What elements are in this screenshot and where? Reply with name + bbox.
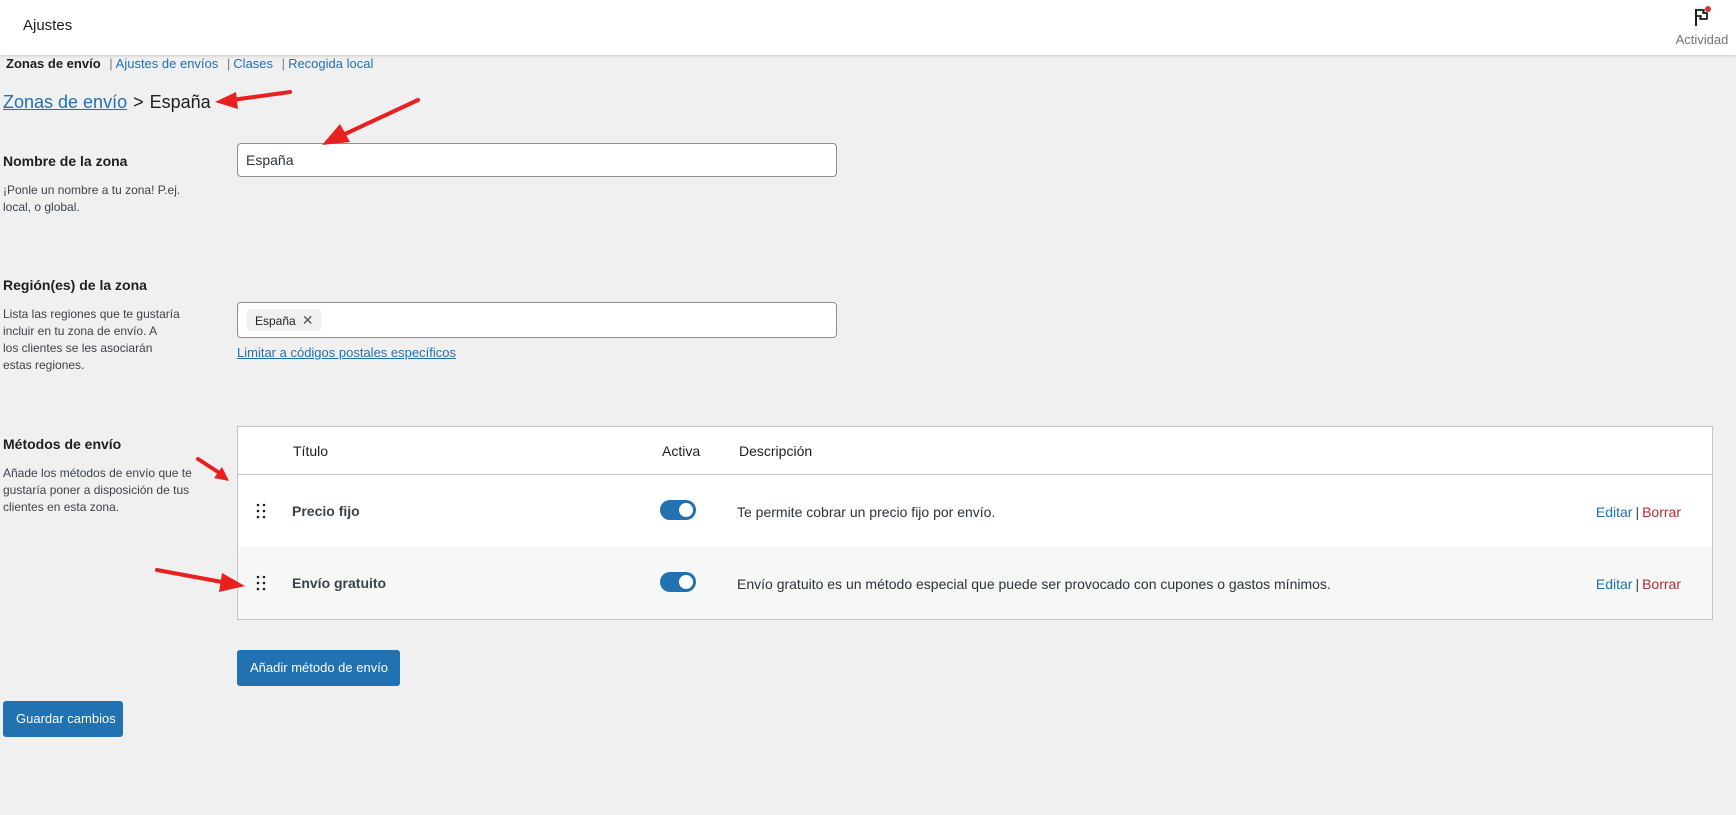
method-title: Precio fijo: [292, 503, 360, 519]
toggle-knob: [679, 575, 693, 589]
description-line: los clientes se les asociarán: [3, 341, 153, 355]
actions-separator: |: [1635, 504, 1640, 520]
close-icon[interactable]: ✕: [302, 312, 314, 328]
column-header-title: Título: [293, 443, 329, 459]
zone-name-input[interactable]: España: [237, 143, 837, 177]
description-line: Añade los métodos de envío que te: [3, 466, 192, 480]
drag-handle-icon[interactable]: [256, 503, 266, 519]
shipping-methods-table: Título Activa Descripción Precio fijo Te…: [237, 426, 1713, 620]
breadcrumb: Zonas de envío > España: [3, 92, 211, 113]
annotation-arrow-zone-name: [322, 98, 420, 145]
subnav-item-local-pickup[interactable]: Recogida local: [288, 56, 373, 71]
table-row: Precio fijo Te permite cobrar un precio …: [238, 475, 1712, 547]
activity-label: Actividad: [1675, 32, 1729, 47]
method-enabled-toggle[interactable]: [660, 572, 696, 592]
subnav-item-shipping-settings[interactable]: Ajustes de envíos: [116, 56, 219, 71]
shipping-methods-label-block: Métodos de envío Añade los métodos de en…: [3, 436, 192, 516]
notification-dot: [1705, 6, 1711, 12]
edit-method-link[interactable]: Editar: [1596, 504, 1633, 520]
breadcrumb-separator: >: [133, 92, 144, 112]
flag-icon: [1695, 6, 1711, 26]
row-actions: Editar | Borrar: [1596, 576, 1681, 592]
save-changes-button[interactable]: Guardar cambios: [3, 701, 123, 737]
zone-name-label: Nombre de la zona: [3, 153, 128, 169]
method-description: Envío gratuito es un método especial que…: [737, 576, 1331, 592]
limit-postcodes-link[interactable]: Limitar a códigos postales específicos: [237, 345, 456, 360]
description-line: clientes en esta zona.: [3, 500, 120, 514]
activity-button[interactable]: Actividad: [1672, 6, 1732, 47]
shipping-methods-label: Métodos de envío: [3, 436, 122, 452]
subnav-separator: |: [226, 56, 231, 71]
breadcrumb-parent-link[interactable]: Zonas de envío: [3, 92, 127, 112]
delete-method-link[interactable]: Borrar: [1642, 504, 1681, 520]
annotation-arrow-table-header: [196, 457, 229, 481]
table-row: Envío gratuito Envío gratuito es un méto…: [238, 547, 1712, 619]
method-enabled-toggle[interactable]: [660, 500, 696, 520]
delete-method-link[interactable]: Borrar: [1642, 576, 1681, 592]
zone-name-label-block: Nombre de la zona ¡Ponle un nombre a tu …: [3, 153, 180, 216]
subnav-item-shipping-zones[interactable]: Zonas de envío: [6, 56, 101, 71]
shipping-subnav: Zonas de envío | Ajustes de envíos | Clase…: [6, 56, 373, 71]
annotation-arrow-free-shipping: [155, 568, 245, 592]
zone-regions-label-block: Región(es) de la zona Lista las regiones…: [3, 277, 180, 374]
drag-handle-icon[interactable]: [256, 575, 266, 591]
actions-separator: |: [1635, 576, 1640, 592]
description-line: ¡Ponle un nombre a tu zona! P.ej.: [3, 183, 181, 197]
column-header-description: Descripción: [739, 443, 813, 459]
region-chip-label: España: [255, 314, 296, 328]
table-header: Título Activa Descripción: [238, 427, 1712, 475]
zone-regions-select[interactable]: España ✕: [237, 302, 837, 338]
description-line: Lista las regiones que te gustaría: [3, 307, 180, 321]
region-chip: España ✕: [247, 309, 322, 331]
zone-name-description: ¡Ponle un nombre a tu zona! P.ej. local,…: [3, 182, 180, 216]
page-title: Ajustes: [23, 17, 73, 34]
edit-method-link[interactable]: Editar: [1596, 576, 1633, 592]
description-line: gustaría poner a disposición de tus: [3, 483, 190, 497]
description-line: estas regiones.: [3, 358, 85, 372]
subnav-item-classes[interactable]: Clases: [233, 56, 273, 71]
method-title: Envío gratuito: [292, 575, 387, 591]
annotation-arrow-breadcrumb: [215, 90, 292, 109]
subnav-separator: |: [109, 56, 113, 71]
zone-regions-description: Lista las regiones que te gustaría inclu…: [3, 306, 180, 374]
shipping-methods-description: Añade los métodos de envío que te gustar…: [3, 465, 192, 516]
breadcrumb-current: España: [149, 92, 211, 112]
add-shipping-method-button[interactable]: Añadir método de envío: [237, 650, 400, 686]
description-line: local, o global.: [3, 200, 80, 214]
row-actions: Editar | Borrar: [1596, 504, 1681, 520]
zone-regions-label: Región(es) de la zona: [3, 277, 147, 293]
toggle-knob: [679, 503, 693, 517]
description-line: incluir en tu zona de envío. A: [3, 324, 158, 338]
annotation-arrows: [155, 90, 420, 592]
method-description: Te permite cobrar un precio fijo por env…: [737, 504, 996, 520]
subnav-separator: |: [281, 56, 286, 71]
column-header-enabled: Activa: [662, 443, 701, 459]
top-bar: Ajustes Actividad: [0, 0, 1736, 55]
